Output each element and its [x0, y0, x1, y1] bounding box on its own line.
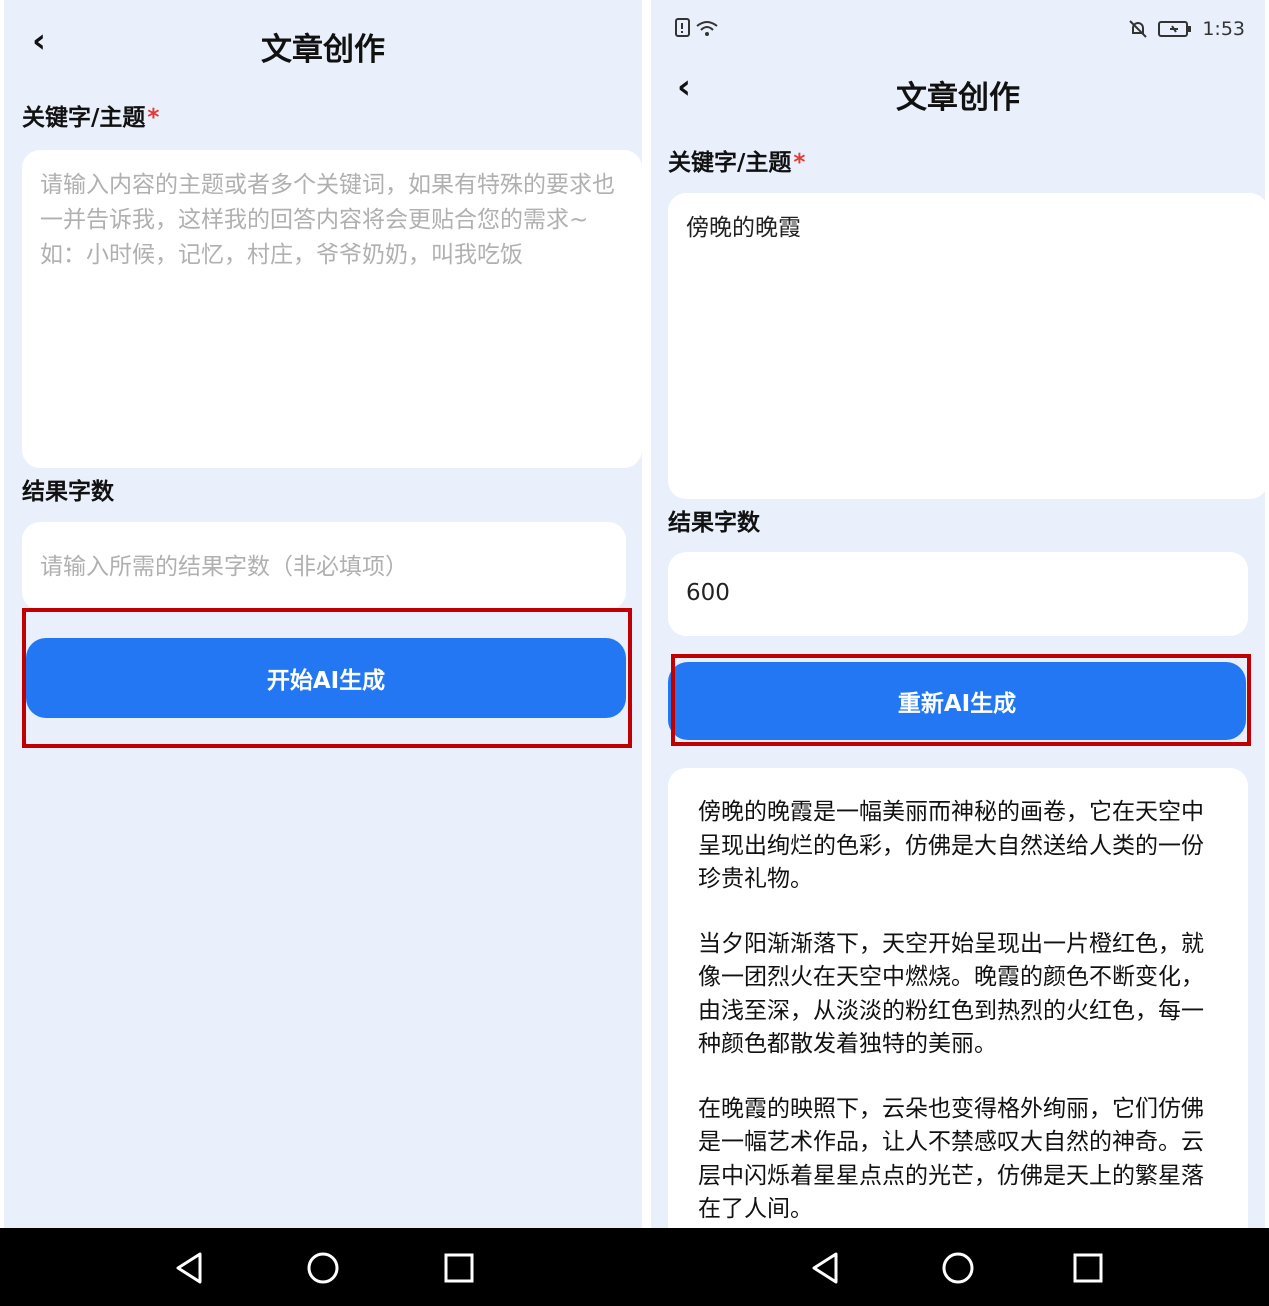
result-paragraph: 在晚霞的映照下，云朵也变得格外绚丽，它们仿佛是一幅艺术作品，让人不禁感叹大自然的… [698, 1095, 1204, 1223]
status-time: 1:53 [1202, 18, 1245, 40]
mute-bell-icon [1129, 20, 1148, 38]
keyword-label: 关键字/主题* [22, 98, 159, 132]
page-title: 文章创作 [261, 32, 385, 68]
result-card: 傍晚的晚霞是一幅美丽而神秘的画卷，它在天空中呈现出绚烂的色彩，仿佛是大自然送给人… [668, 768, 1248, 1228]
recents-square-icon[interactable] [1068, 1248, 1108, 1288]
keyword-label: 关键字/主题* [668, 143, 805, 177]
keyword-placeholder: 请输入内容的主题或者多个关键词，如果有特殊的要求也一并告诉我，这样我的回答内容将… [40, 172, 615, 268]
word-count-input[interactable]: 请输入所需的结果字数（非必填项） [22, 522, 626, 610]
word-count-placeholder: 请输入所需的结果字数（非必填项） [40, 554, 408, 580]
result-paragraph: 当夕阳渐渐落下，天空开始呈现出一片橙红色，就像一团烈火在天空中燃烧。晚霞的颜色不… [698, 930, 1204, 1058]
keyword-label-text: 关键字/主题 [668, 150, 792, 176]
home-circle-icon[interactable] [303, 1248, 343, 1288]
required-mark: * [147, 105, 160, 131]
wifi-icon [696, 21, 718, 36]
left-screen: ‹ 文章创作 关键字/主题* 请输入内容的主题或者多个关键词，如果有特殊的要求也… [4, 0, 642, 1228]
word-count-label: 结果字数 [22, 479, 114, 505]
recents-square-icon[interactable] [439, 1248, 479, 1288]
panel-divider [642, 0, 651, 1228]
battery-charging-icon [1158, 21, 1192, 37]
status-left [675, 18, 719, 38]
word-count-value: 600 [686, 580, 730, 606]
page-title: 文章创作 [896, 80, 1020, 116]
keyword-value: 傍晚的晚霞 [686, 215, 801, 241]
back-triangle-icon[interactable] [806, 1248, 846, 1288]
keyword-label-text: 关键字/主题 [22, 105, 146, 131]
word-count-label: 结果字数 [668, 510, 760, 536]
keyword-textarea[interactable]: 请输入内容的主题或者多个关键词，如果有特殊的要求也一并告诉我，这样我的回答内容将… [22, 150, 642, 468]
keyword-textarea[interactable]: 傍晚的晚霞 [668, 193, 1265, 499]
sim-icon [675, 18, 690, 37]
right-screen: 1:53 ‹ 文章创作 关键字/主题* 傍晚的晚霞 结果字数 600 重新AI生… [651, 0, 1265, 1228]
word-count-input[interactable]: 600 [668, 552, 1248, 636]
system-nav-bar [0, 1228, 1269, 1306]
home-circle-icon[interactable] [938, 1248, 978, 1288]
highlight-box [671, 654, 1251, 746]
required-mark: * [793, 150, 806, 176]
status-bar: 1:53 [651, 14, 1265, 44]
status-right: 1:53 [1128, 18, 1245, 40]
back-triangle-icon[interactable] [170, 1248, 210, 1288]
highlight-box [22, 608, 632, 748]
result-paragraph: 傍晚的晚霞是一幅美丽而神秘的画卷，它在天空中呈现出绚烂的色彩，仿佛是大自然送给人… [698, 799, 1204, 892]
